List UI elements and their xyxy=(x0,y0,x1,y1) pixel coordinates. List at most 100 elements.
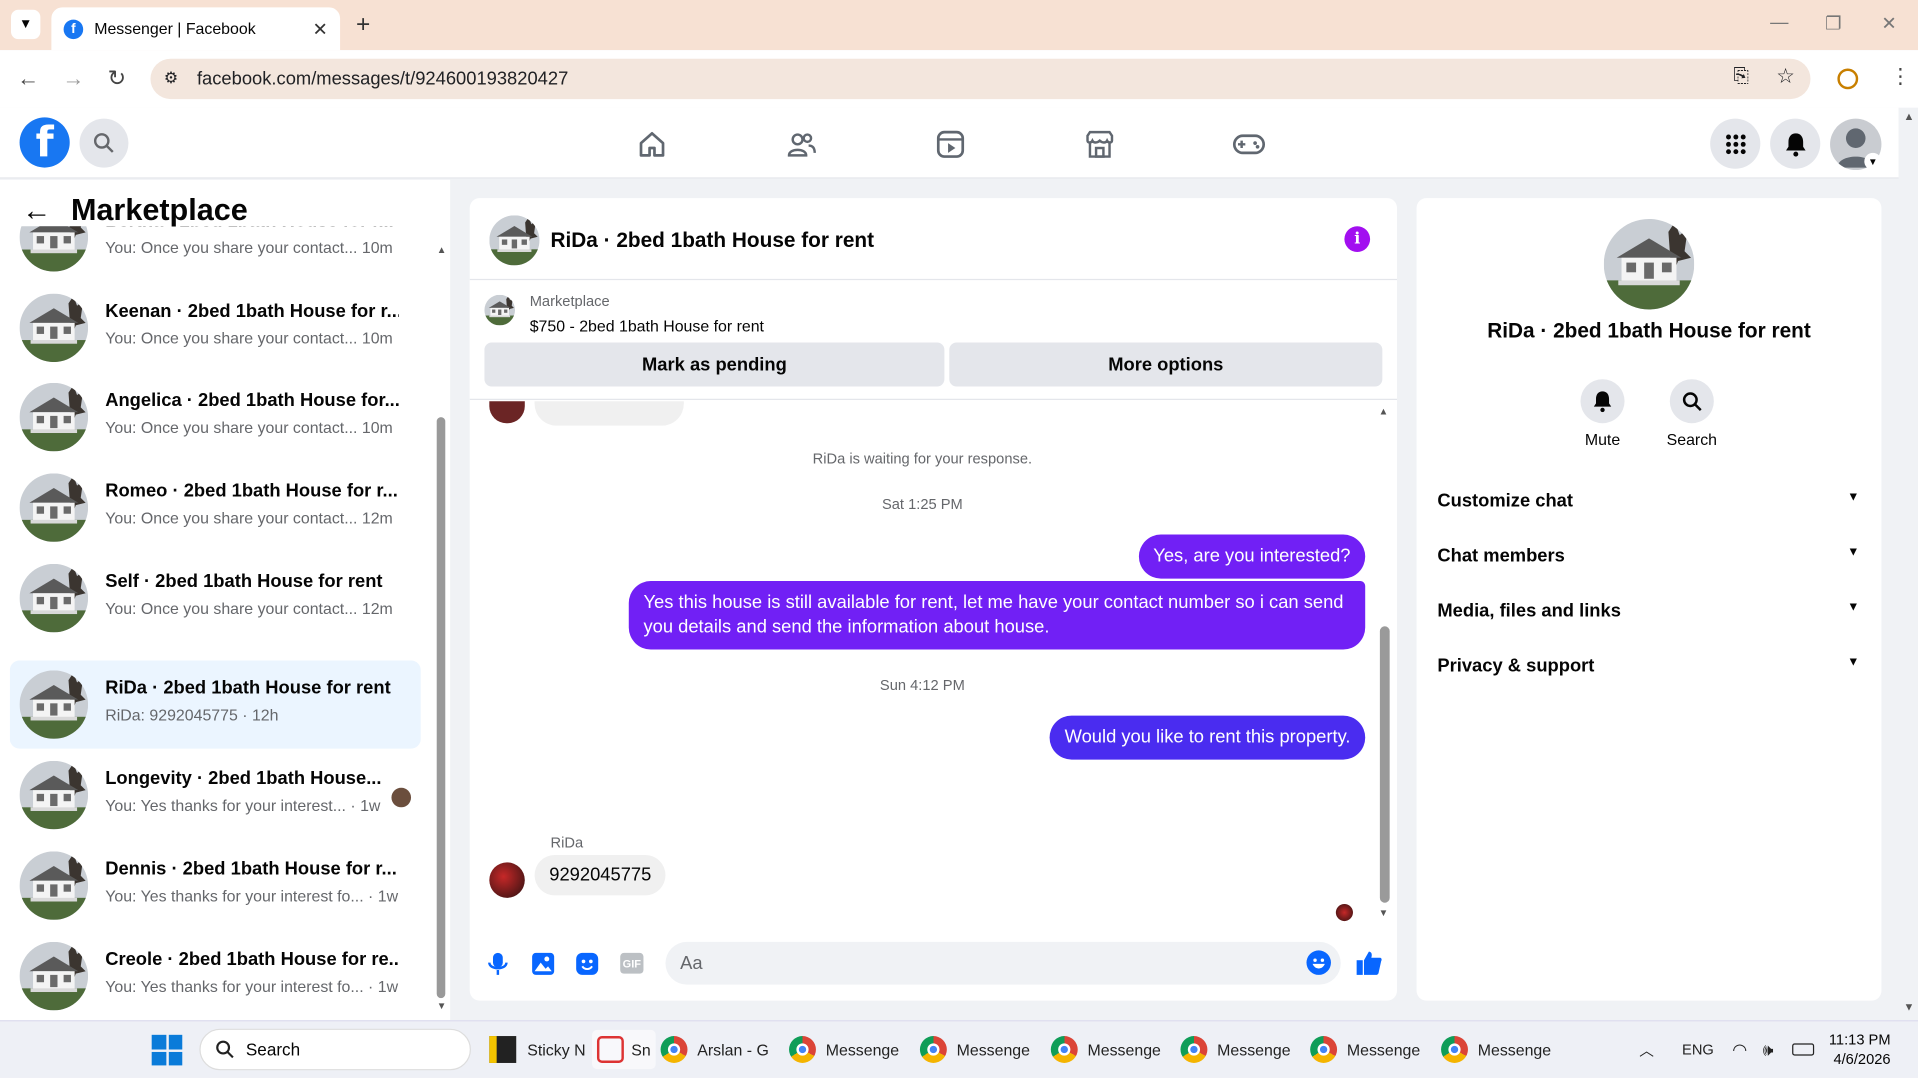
conversation-item[interactable]: Bertha · 2bed 1bath House for r... You: O… xyxy=(10,226,421,281)
section-chat-members[interactable]: Chat members ▼ xyxy=(1437,546,1859,567)
search-icon xyxy=(93,133,114,153)
friends-icon[interactable] xyxy=(784,127,818,161)
bookmark-star-icon[interactable]: ☆ xyxy=(1776,65,1795,89)
menu-grid-button[interactable] xyxy=(1710,118,1761,169)
battery-icon[interactable] xyxy=(1792,1030,1815,1069)
back-icon[interactable]: ← xyxy=(17,66,39,92)
section-customize-chat[interactable]: Customize chat ▼ xyxy=(1437,491,1859,512)
conversation-item[interactable]: RiDa · 2bed 1bath House for rent RiDa: 92… xyxy=(9,660,421,749)
conversation-avatar xyxy=(19,293,89,363)
chevron-down-icon: ▼ xyxy=(1847,600,1860,615)
chrome-icon xyxy=(1310,1036,1338,1063)
windows-start-icon[interactable] xyxy=(151,1034,183,1066)
outgoing-message[interactable]: Would you like to rent this property. xyxy=(1049,715,1366,760)
restore-icon[interactable]: ❐ xyxy=(1825,12,1841,34)
sender-avatar[interactable] xyxy=(489,862,525,898)
details-avatar[interactable] xyxy=(1603,218,1695,310)
back-arrow-icon[interactable]: ← xyxy=(22,194,51,228)
clock[interactable]: 11:13 PM 4/6/2026 xyxy=(1829,1030,1891,1069)
url-field[interactable]: ⚙ facebook.com/messages/t/92460019382042… xyxy=(150,58,1811,100)
sticky-notes-icon xyxy=(489,1036,517,1063)
taskbar-app-messenger[interactable]: Messenge xyxy=(1441,1030,1551,1069)
taskbar-app-snipping[interactable]: Sn xyxy=(592,1029,656,1070)
microphone-icon[interactable] xyxy=(487,952,509,983)
section-media-files-links[interactable]: Media, files and links ▼ xyxy=(1437,601,1859,622)
wifi-icon[interactable]: ◠ xyxy=(1732,1030,1747,1069)
conversation-avatar xyxy=(19,226,89,272)
taskbar-search[interactable]: Search xyxy=(199,1028,471,1071)
tab-list-button[interactable]: ▼ xyxy=(11,9,41,40)
conversation-item[interactable]: Longevity · 2bed 1bath House... You: Yes … xyxy=(10,751,421,839)
taskbar-app-sticky-notes[interactable]: Sticky N xyxy=(489,1030,586,1069)
search-in-conversation-button[interactable]: Search xyxy=(1655,379,1728,449)
mute-button[interactable]: Mute xyxy=(1566,379,1639,449)
chat-list-scrollbar[interactable]: ▲ ▼ xyxy=(435,245,446,1012)
taskbar-app-messenger[interactable]: Messenge xyxy=(1310,1030,1420,1069)
url-text: facebook.com/messages/t/924600193820427 xyxy=(196,68,569,90)
conversation-item[interactable]: Dennis · 2bed 1bath House for r... You: Y… xyxy=(10,842,421,930)
like-thumb-icon[interactable] xyxy=(1355,949,1382,982)
account-chevron-icon[interactable]: ▼ xyxy=(1864,152,1882,171)
profile-icon[interactable] xyxy=(1837,68,1859,90)
close-tab-icon[interactable]: ✕ xyxy=(312,18,327,40)
minimize-icon[interactable]: — xyxy=(1770,12,1788,33)
conversation-name: Dennis · 2bed 1bath House for r... xyxy=(105,858,397,880)
site-info-icon[interactable]: ⚙ xyxy=(164,68,178,88)
listing-label: Marketplace xyxy=(529,292,610,310)
conversation-preview: You: Once you share your contact... 12m xyxy=(105,599,393,618)
language-indicator[interactable]: ENG xyxy=(1682,1030,1714,1069)
taskbar-app-label: Arslan - G xyxy=(697,1040,769,1059)
chrome-icon xyxy=(660,1036,688,1063)
outgoing-message[interactable]: Yes this house is still available for re… xyxy=(628,581,1366,650)
section-privacy-support[interactable]: Privacy & support ▼ xyxy=(1437,656,1859,677)
conversation-preview: You: Yes thanks for your interest fo... … xyxy=(105,977,399,996)
taskbar-app-messenger[interactable]: Messenge xyxy=(1050,1030,1161,1069)
gif-icon[interactable]: GIF xyxy=(620,952,644,974)
browser-tab[interactable]: f Messenger | Facebook ✕ xyxy=(51,7,341,51)
home-icon[interactable] xyxy=(635,127,669,161)
sticker-icon[interactable] xyxy=(575,952,599,983)
menu-icon[interactable]: ⋮ xyxy=(1890,65,1911,89)
search-button[interactable] xyxy=(79,118,129,168)
reload-icon[interactable]: ↻ xyxy=(108,66,126,92)
window-close-icon[interactable]: ✕ xyxy=(1881,12,1896,34)
taskbar-app-messenger[interactable]: Messenge xyxy=(1180,1030,1291,1069)
conversation-item[interactable]: Angelica · 2bed 1bath House for... You: O… xyxy=(10,373,421,461)
facebook-logo-icon[interactable]: f xyxy=(19,117,70,168)
more-options-button[interactable]: More options xyxy=(949,342,1383,387)
thread-scrollbar[interactable]: ▲ ▼ xyxy=(1379,401,1391,927)
gaming-icon[interactable] xyxy=(1232,127,1266,161)
message-input[interactable]: Aa xyxy=(665,941,1341,985)
taskbar-app-label: Messenge xyxy=(1477,1040,1552,1059)
tab-title: Messenger | Facebook xyxy=(94,19,256,38)
notifications-button[interactable] xyxy=(1770,118,1821,169)
emoji-icon[interactable] xyxy=(1306,950,1331,975)
forward-icon[interactable]: → xyxy=(62,66,84,92)
conversation-item[interactable]: Romeo · 2bed 1bath House for r... You: On… xyxy=(10,464,421,552)
marketplace-icon[interactable] xyxy=(1083,127,1117,161)
outgoing-message[interactable]: Yes, are you interested? xyxy=(1138,534,1366,579)
page-scrollbar[interactable]: ▲ ▼ xyxy=(1898,107,1918,1021)
listing-detail[interactable]: $750 - 2bed 1bath House for rent xyxy=(530,317,764,335)
info-icon[interactable]: i xyxy=(1344,226,1371,252)
chrome-icon xyxy=(1180,1036,1208,1063)
conversation-item[interactable]: Creole · 2bed 1bath House for re... You: … xyxy=(10,932,421,1019)
taskbar-app-label: Messenge xyxy=(956,1040,1030,1059)
conversation-header[interactable]: RiDa · 2bed 1bath House for rent xyxy=(489,215,874,266)
taskbar-app-messenger[interactable]: Messenge xyxy=(789,1030,899,1069)
conversation-item[interactable]: Keenan · 2bed 1bath House for r... You: O… xyxy=(10,284,421,372)
incoming-message[interactable]: 9292045775 xyxy=(534,855,667,896)
conversation-item[interactable]: Self · 2bed 1bath House for rent You: Onc… xyxy=(10,554,421,642)
taskbar-app-chrome-arslan[interactable]: Arslan - G xyxy=(660,1030,769,1069)
mark-as-pending-button[interactable]: Mark as pending xyxy=(484,342,945,387)
taskbar-app-messenger[interactable]: Messenge xyxy=(919,1030,1030,1069)
section-label: Chat members xyxy=(1437,545,1565,567)
new-tab-button[interactable]: + xyxy=(356,11,370,39)
clock-time: 11:13 PM xyxy=(1828,1031,1891,1049)
listing-thumbnail[interactable] xyxy=(484,294,516,326)
volume-icon[interactable]: 🕪 xyxy=(1763,1030,1774,1069)
install-app-icon[interactable]: ⎘ xyxy=(1733,66,1749,88)
photo-icon[interactable] xyxy=(531,952,555,983)
video-icon[interactable] xyxy=(933,127,967,161)
show-hidden-icons-chevron-icon[interactable]: ︿ xyxy=(1639,1030,1654,1069)
